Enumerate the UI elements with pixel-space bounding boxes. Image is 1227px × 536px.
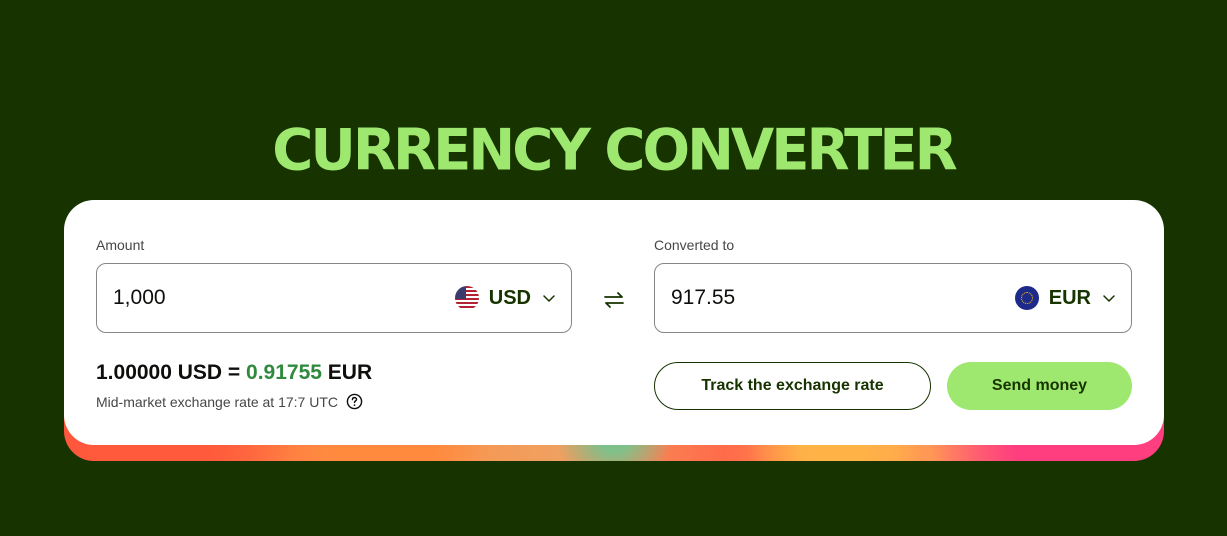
amount-field[interactable]: 1,000 USD	[96, 263, 572, 333]
eu-flag-icon	[1014, 286, 1039, 310]
page-title: CURRENCY CONVERTER	[272, 116, 957, 184]
rate-note-text: Mid-market exchange rate at 17:7 UTC	[96, 393, 338, 410]
help-icon[interactable]	[346, 393, 363, 410]
rate-note: Mid-market exchange rate at 17:7 UTC	[96, 393, 363, 410]
swap-currencies-button[interactable]	[598, 284, 630, 316]
source-currency-code: USD	[488, 286, 531, 309]
amount-input-value[interactable]: 1,000	[113, 286, 166, 310]
track-exchange-rate-button[interactable]: Track the exchange rate	[654, 362, 931, 410]
converter-card: Amount Converted to 1,000 USD 917.55 EUR…	[64, 200, 1164, 445]
rate-suffix: EUR	[321, 361, 373, 384]
swap-arrows-icon	[604, 292, 624, 308]
rate-prefix: 1.00000 USD =	[96, 361, 247, 384]
chevron-down-icon	[1103, 295, 1115, 302]
us-flag-icon	[454, 286, 479, 310]
target-currency-select[interactable]: EUR	[1014, 284, 1117, 312]
send-money-button[interactable]: Send money	[947, 362, 1132, 410]
converted-field[interactable]: 917.55 EUR	[654, 263, 1132, 333]
converted-input-value[interactable]: 917.55	[671, 286, 735, 310]
amount-label: Amount	[96, 237, 145, 253]
chevron-down-icon	[543, 295, 555, 302]
target-currency-code: EUR	[1048, 286, 1091, 309]
exchange-rate-line: 1.00000 USD = 0.91755 EUR	[96, 361, 372, 385]
converted-to-label: Converted to	[654, 237, 735, 253]
rate-value: 0.91755	[246, 361, 322, 384]
source-currency-select[interactable]: USD	[454, 284, 557, 312]
